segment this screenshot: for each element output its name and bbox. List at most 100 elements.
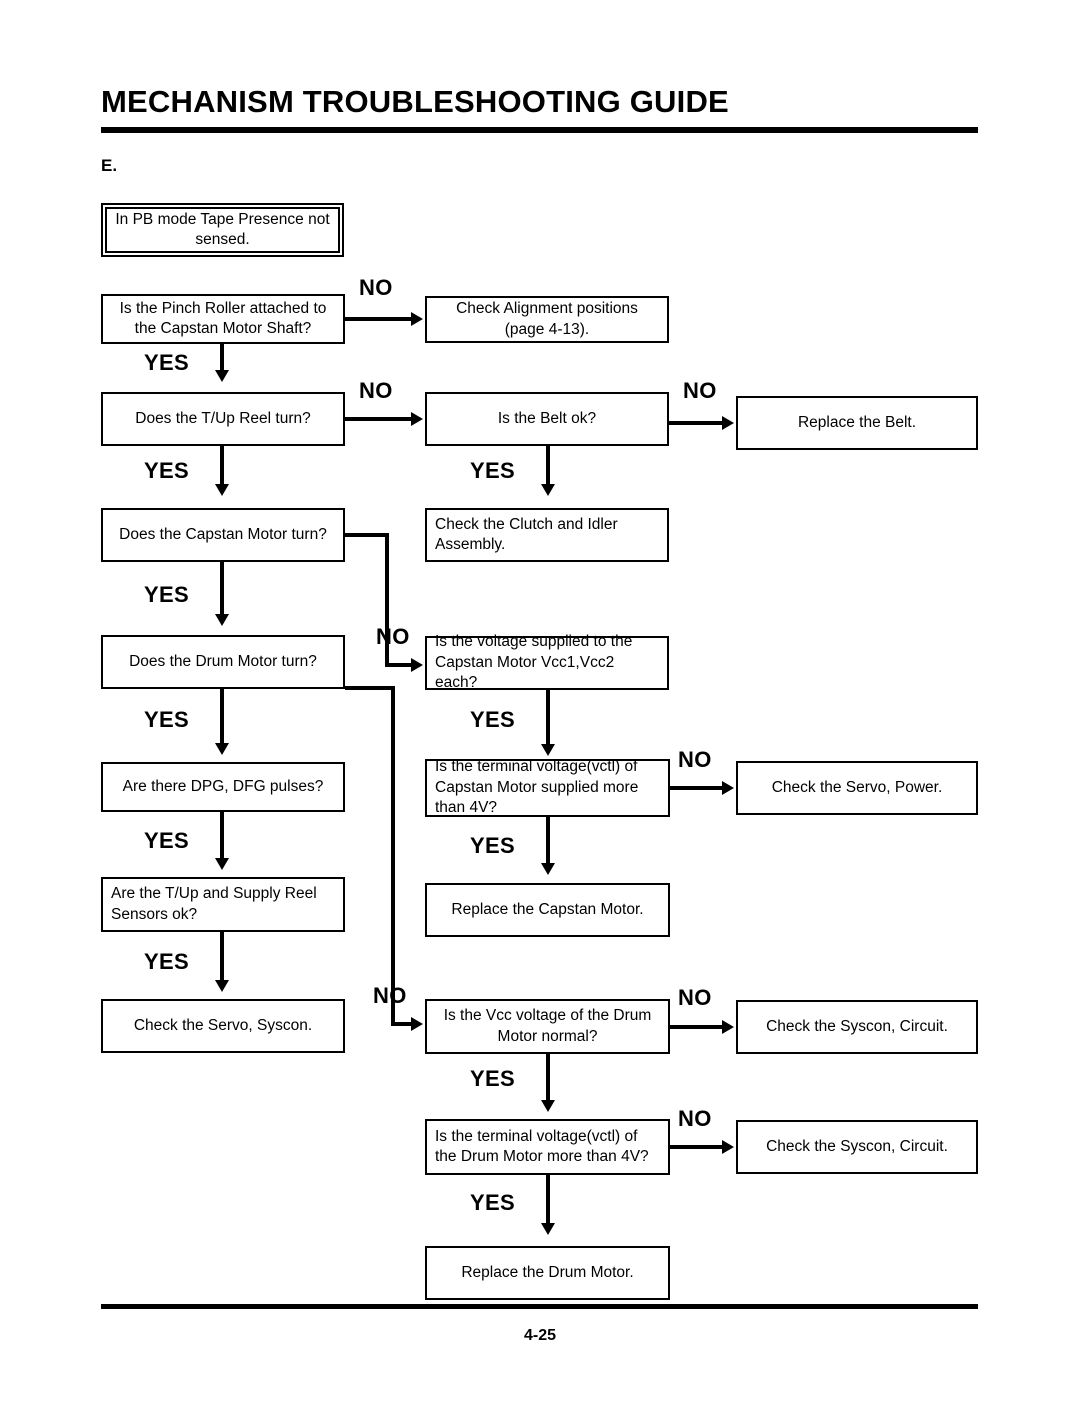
connector-capstan-vctl-yes <box>546 817 550 867</box>
flow-node-check-syscon-circuit-2-label: Check the Syscon, Circuit. <box>766 1137 948 1155</box>
flow-node-drum-vctl-label: Is the terminal voltage(vctl) of the Dru… <box>435 1127 649 1165</box>
connector-drum-no-seg1 <box>345 686 395 690</box>
flow-node-replace-capstan-motor: Replace the Capstan Motor. <box>425 883 670 937</box>
footer-rule <box>101 1304 978 1309</box>
arrowhead-pinch-yes <box>215 370 229 382</box>
branch-label-reel-yes: YES <box>144 949 189 974</box>
flow-node-tup-reel: Does the T/Up Reel turn? <box>101 392 345 446</box>
branch-label-capstan-no: NO <box>376 624 410 649</box>
document-page: MECHANISM TROUBLESHOOTING GUIDE E. In PB… <box>0 0 1080 1405</box>
arrowhead-dpg-yes <box>215 858 229 870</box>
arrowhead-drum-no <box>411 1017 423 1031</box>
flow-node-capstan-vcc-label: Is the voltage supplied to the Capstan M… <box>435 633 633 692</box>
connector-belt-yes <box>546 446 550 488</box>
header-rule <box>101 127 978 133</box>
arrowhead-belt-yes <box>541 484 555 496</box>
connector-capstan-no-seg3 <box>385 663 413 667</box>
arrowhead-capstan-vctl-no <box>722 781 734 795</box>
connector-dpg-yes <box>220 812 224 862</box>
flow-node-check-clutch-idler: Check the Clutch and Idler Assembly. <box>425 508 669 562</box>
section-letter: E. <box>101 156 118 175</box>
flow-node-check-servo-power: Check the Servo, Power. <box>736 761 978 815</box>
branch-label-drum-yes: YES <box>144 707 189 732</box>
flow-node-check-clutch-idler-label: Check the Clutch and Idler Assembly. <box>435 515 618 553</box>
connector-drum-no-seg3 <box>391 1022 413 1026</box>
branch-label-tup-yes: YES <box>144 458 189 483</box>
branch-label-capstan-yes: YES <box>144 582 189 607</box>
connector-tup-no <box>345 417 413 421</box>
branch-label-capstan-vcc-yes: YES <box>470 707 515 732</box>
flow-node-drum-vcc: Is the Vcc voltage of the Drum Motor nor… <box>425 999 670 1054</box>
flow-node-drum-motor-turn: Does the Drum Motor turn? <box>101 635 345 689</box>
flow-node-reel-sensors-label: Are the T/Up and Supply Reel Sensors ok? <box>111 885 317 923</box>
arrowhead-pinch-no <box>411 312 423 326</box>
arrowhead-reel-yes <box>215 980 229 992</box>
branch-label-drum-vctl-no: NO <box>678 1106 712 1131</box>
branch-label-pinch-no: NO <box>359 275 393 300</box>
branch-label-drum-vcc-yes: YES <box>470 1066 515 1091</box>
flow-node-drum-vcc-label: Is the Vcc voltage of the Drum Motor nor… <box>443 1007 652 1045</box>
flow-node-check-syscon-circuit-2: Check the Syscon, Circuit. <box>736 1120 978 1174</box>
arrowhead-belt-no <box>722 416 734 430</box>
flow-node-start: In PB mode Tape Presence not sensed. <box>101 203 344 257</box>
flow-node-replace-drum-motor: Replace the Drum Motor. <box>425 1246 670 1300</box>
branch-label-drum-vctl-yes: YES <box>470 1190 515 1215</box>
connector-drum-vctl-no <box>670 1145 724 1149</box>
arrowhead-capstan-yes <box>215 614 229 626</box>
branch-label-capstan-vctl-yes: YES <box>470 833 515 858</box>
page-title: MECHANISM TROUBLESHOOTING GUIDE <box>101 84 729 119</box>
page-number: 4-25 <box>523 1327 557 1344</box>
connector-drum-vcc-no <box>670 1025 724 1029</box>
arrowhead-capstan-no <box>411 658 423 672</box>
connector-capstan-yes <box>220 562 224 618</box>
flow-node-dpg-dfg: Are there DPG, DFG pulses? <box>101 762 345 812</box>
branch-label-pinch-yes: YES <box>144 350 189 375</box>
branch-label-belt-no: NO <box>683 378 717 403</box>
flow-node-replace-capstan-motor-label: Replace the Capstan Motor. <box>451 900 644 918</box>
arrowhead-drum-vcc-no <box>722 1020 734 1034</box>
flow-node-capstan-vctl: Is the terminal voltage(vctl) of Capstan… <box>425 758 670 817</box>
arrowhead-drum-vctl-yes <box>541 1223 555 1235</box>
flow-node-replace-belt: Replace the Belt. <box>736 396 978 450</box>
flow-node-capstan-motor-turn-label: Does the Capstan Motor turn? <box>119 525 327 543</box>
flow-node-check-syscon-circuit-1: Check the Syscon, Circuit. <box>736 1000 978 1054</box>
branch-label-drum-no: NO <box>373 983 407 1008</box>
connector-drum-no-seg2 <box>391 686 395 1026</box>
arrowhead-capstan-vctl-yes <box>541 863 555 875</box>
connector-capstan-no-seg1 <box>345 533 389 537</box>
arrowhead-tup-no <box>411 412 423 426</box>
flow-node-check-alignment: Check Alignment positions (page 4-13). <box>425 296 669 343</box>
flow-node-pinch-roller: Is the Pinch Roller attached to the Caps… <box>101 294 345 344</box>
flow-node-capstan-vcc: Is the voltage supplied to the Capstan M… <box>425 633 669 691</box>
branch-label-belt-yes: YES <box>470 458 515 483</box>
flow-node-check-servo-syscon: Check the Servo, Syscon. <box>101 999 345 1053</box>
flow-node-check-alignment-label: Check Alignment positions (page 4-13). <box>456 300 638 338</box>
branch-label-drum-vcc-no: NO <box>678 985 712 1010</box>
flow-node-capstan-motor-turn: Does the Capstan Motor turn? <box>101 508 345 562</box>
arrowhead-drum-vctl-no <box>722 1140 734 1154</box>
flow-node-tup-reel-label: Does the T/Up Reel turn? <box>135 409 311 427</box>
flow-node-reel-sensors: Are the T/Up and Supply Reel Sensors ok? <box>101 877 345 932</box>
connector-pinch-no <box>345 317 413 321</box>
arrowhead-drum-vcc-yes <box>541 1100 555 1112</box>
arrowhead-tup-yes <box>215 484 229 496</box>
arrowhead-capstan-vcc-yes <box>541 744 555 756</box>
branch-label-dpg-yes: YES <box>144 828 189 853</box>
connector-drum-vcc-yes <box>546 1054 550 1104</box>
connector-drum-yes <box>220 689 224 747</box>
flow-node-belt-ok: Is the Belt ok? <box>425 392 669 446</box>
flow-node-check-servo-power-label: Check the Servo, Power. <box>771 778 943 796</box>
flow-node-check-servo-syscon-label: Check the Servo, Syscon. <box>133 1016 313 1034</box>
flow-node-pinch-roller-label: Is the Pinch Roller attached to the Caps… <box>119 299 327 337</box>
flow-node-drum-motor-turn-label: Does the Drum Motor turn? <box>129 652 317 670</box>
flow-node-check-syscon-circuit-1-label: Check the Syscon, Circuit. <box>766 1017 948 1035</box>
connector-capstan-vctl-no <box>670 786 724 790</box>
connector-tup-yes <box>220 446 224 488</box>
flow-node-start-label: In PB mode Tape Presence not sensed. <box>115 210 330 248</box>
connector-drum-vctl-yes <box>546 1175 550 1227</box>
branch-label-tup-no: NO <box>359 378 393 403</box>
flow-node-capstan-vctl-label: Is the terminal voltage(vctl) of Capstan… <box>435 758 639 817</box>
connector-reel-yes <box>220 932 224 984</box>
flow-node-replace-drum-motor-label: Replace the Drum Motor. <box>461 1263 634 1281</box>
branch-label-capstan-vctl-no: NO <box>678 747 712 772</box>
